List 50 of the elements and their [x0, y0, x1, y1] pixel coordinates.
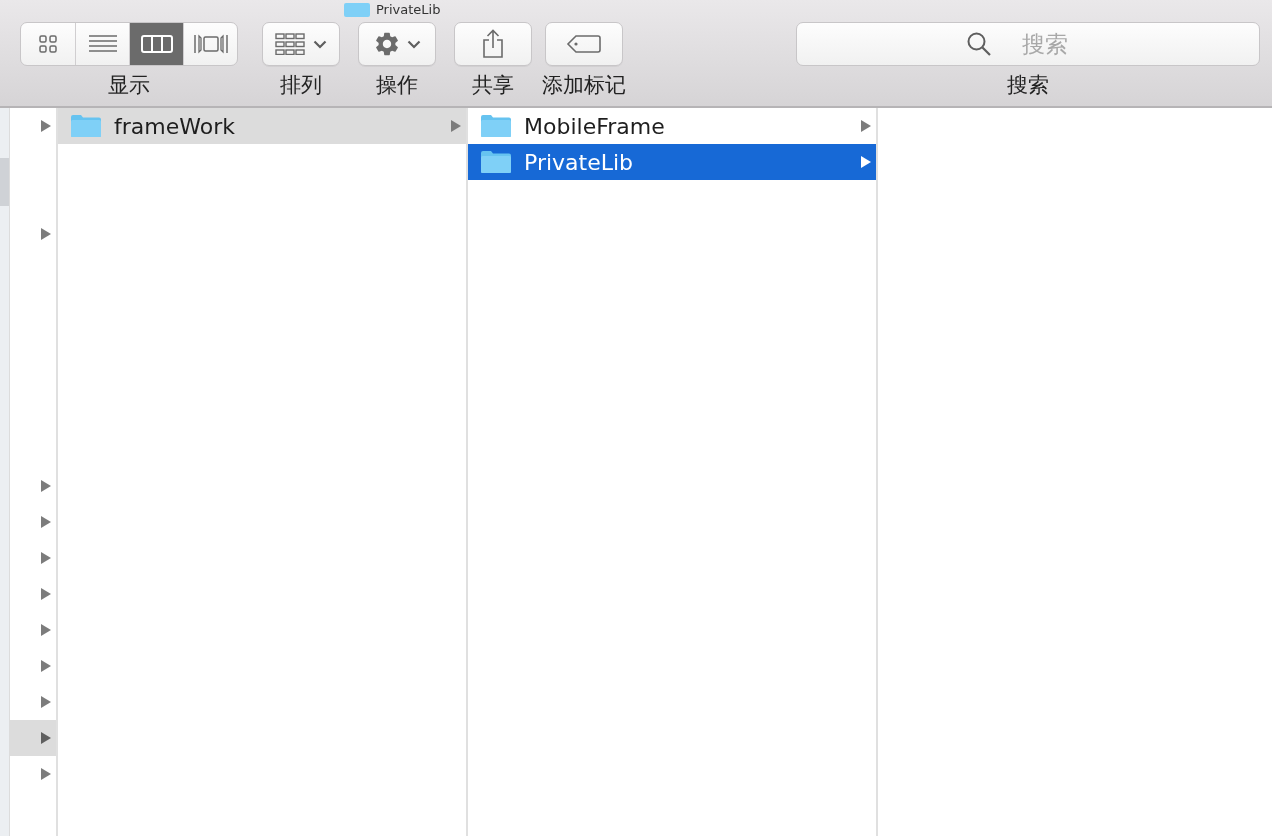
- folder-icon: [70, 114, 102, 138]
- tag-button[interactable]: [545, 22, 623, 66]
- folder-icon: [480, 150, 512, 174]
- caret-icon: [407, 39, 421, 49]
- disclosure-triangle-icon[interactable]: [40, 623, 52, 637]
- disclosure-triangle-icon[interactable]: [860, 155, 872, 169]
- search-icon: [966, 31, 992, 57]
- folder-name: PrivateLib: [524, 148, 635, 177]
- sort-label: 排列: [280, 72, 322, 98]
- browser-row[interactable]: [10, 720, 56, 756]
- caret-icon: [313, 39, 327, 49]
- action-label: 操作: [376, 72, 418, 98]
- folder-row[interactable]: frameWork: [58, 108, 466, 144]
- grid-icon: [37, 34, 59, 54]
- disclosure-triangle-icon[interactable]: [40, 587, 52, 601]
- gallery-icon: [192, 33, 229, 55]
- folder-name: MobileFrame: [524, 112, 666, 141]
- disclosure-triangle-icon[interactable]: [450, 119, 462, 133]
- disclosure-triangle-icon[interactable]: [40, 659, 52, 673]
- search-field[interactable]: 搜索: [796, 22, 1260, 66]
- disclosure-triangle-icon[interactable]: [860, 119, 872, 133]
- view-mode-button[interactable]: [129, 23, 183, 65]
- list-icon: [87, 34, 118, 54]
- share-icon: [481, 29, 505, 59]
- disclosure-triangle-icon[interactable]: [40, 731, 52, 745]
- share-button[interactable]: [454, 22, 532, 66]
- scrollbar-thumb: [0, 158, 9, 206]
- disclosure-triangle-icon[interactable]: [40, 227, 52, 241]
- disclosure-triangle-icon[interactable]: [40, 767, 52, 781]
- columns-icon: [140, 34, 173, 54]
- tag-icon: [566, 34, 602, 54]
- search-label: 搜索: [1007, 72, 1049, 98]
- view-label: 显示: [108, 72, 150, 98]
- folder-name: frameWork: [114, 112, 236, 141]
- sort-button[interactable]: [262, 22, 340, 66]
- folder-row[interactable]: MobileFrame: [468, 108, 876, 144]
- grid-icon: [275, 33, 305, 55]
- gear-icon: [373, 30, 401, 58]
- tag-label: 添加标记: [542, 72, 626, 98]
- folder-icon: [480, 114, 512, 138]
- disclosure-triangle-icon[interactable]: [40, 515, 52, 529]
- disclosure-triangle-icon[interactable]: [40, 479, 52, 493]
- folder-row[interactable]: PrivateLib: [468, 144, 876, 180]
- action-button[interactable]: [358, 22, 436, 66]
- disclosure-triangle-icon[interactable]: [40, 551, 52, 565]
- disclosure-triangle-icon[interactable]: [40, 119, 52, 133]
- folder-icon: [344, 3, 370, 17]
- window-title: PrivateLib: [376, 2, 441, 18]
- share-label: 共享: [472, 72, 514, 98]
- disclosure-triangle-icon[interactable]: [40, 695, 52, 709]
